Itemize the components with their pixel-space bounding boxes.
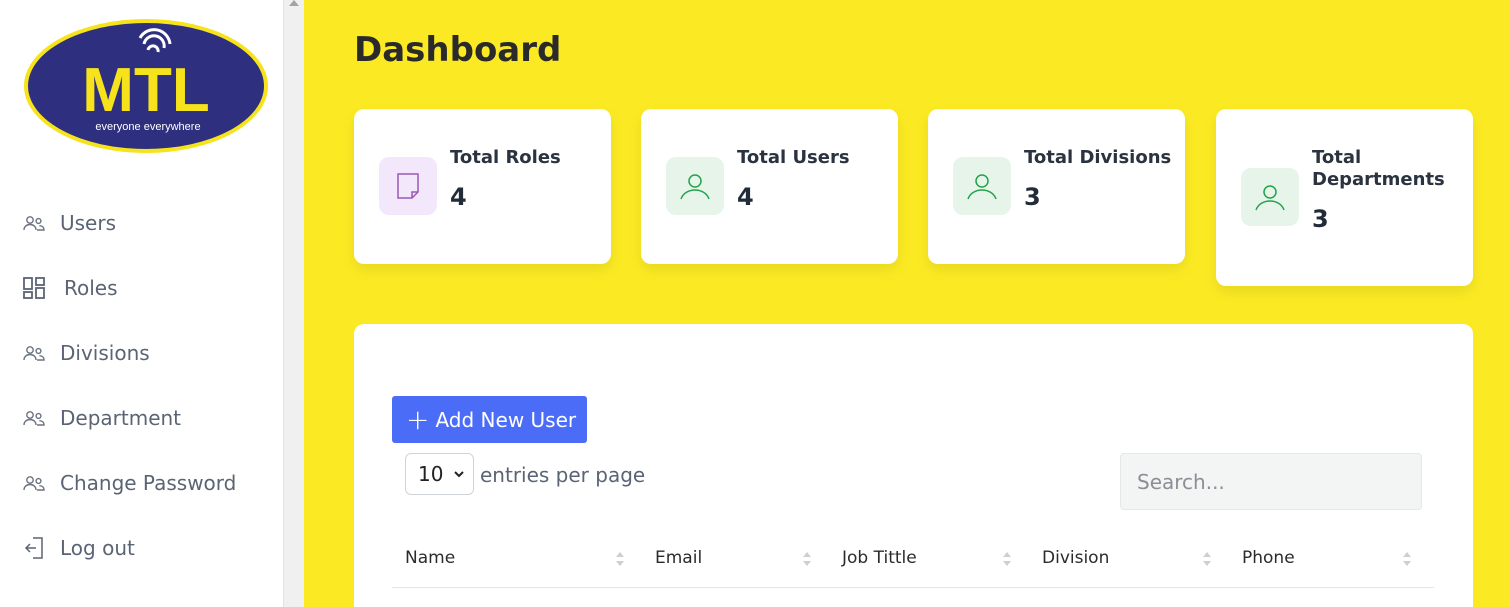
column-header-label: Job Tittle (842, 548, 917, 568)
sidebar-item-label: Divisions (60, 341, 150, 365)
column-header-job-title[interactable]: Job Tittle (842, 528, 917, 588)
document-icon (379, 157, 437, 215)
card-value: 4 (737, 183, 754, 211)
card-title: Total Roles (450, 147, 561, 168)
stat-card-divisions: Total Divisions 3 (928, 109, 1185, 264)
user-icon (953, 157, 1011, 215)
stat-card-departments: Total Departments 3 (1216, 109, 1473, 286)
sidebar-item-users[interactable]: Users (22, 203, 116, 243)
entries-per-page-label: entries per page (480, 463, 646, 487)
column-header-label: Phone (1242, 548, 1295, 568)
users-icon (22, 406, 46, 430)
entries-per-page-select[interactable]: 10 (405, 453, 474, 495)
card-value: 3 (1024, 183, 1041, 211)
users-icon (22, 341, 46, 365)
card-value: 3 (1312, 205, 1329, 233)
plus-icon: + (406, 402, 430, 436)
page-title: Dashboard (354, 30, 562, 70)
sort-icon[interactable] (1402, 550, 1412, 568)
users-icon (22, 211, 46, 235)
sidebar-item-label: Change Password (60, 471, 237, 495)
sidebar-item-label: Log out (60, 536, 135, 560)
sort-icon[interactable] (615, 550, 625, 568)
mtl-logo: MTL everyone everywhere (24, 19, 268, 153)
sidebar-item-label: Users (60, 211, 117, 235)
column-header-division[interactable]: Division (1042, 528, 1109, 588)
sort-icon[interactable] (1002, 550, 1012, 568)
card-title: Total Users (737, 147, 850, 168)
users-icon (22, 471, 46, 495)
column-header-phone[interactable]: Phone (1242, 528, 1295, 588)
stat-card-roles: Total Roles 4 (354, 109, 611, 264)
sidebar-item-label: Roles (64, 276, 118, 300)
table-header: Name Email Job Tittle Division Phone (392, 528, 1434, 588)
column-header-label: Name (405, 548, 456, 568)
column-header-name[interactable]: Name (405, 528, 455, 588)
sidebar-item-label: Department (60, 406, 182, 430)
sidebar-item-divisions[interactable]: Divisions (22, 333, 150, 373)
card-title: Total Divisions (1024, 147, 1172, 168)
sort-icon[interactable] (1202, 550, 1212, 568)
user-icon (1241, 168, 1299, 226)
chevron-down-icon (454, 471, 464, 478)
search-input[interactable] (1120, 453, 1422, 510)
sidebar-item-roles[interactable]: Roles (22, 268, 118, 308)
column-header-label: Division (1042, 548, 1110, 568)
sidebar-item-change-password[interactable]: Change Password (22, 463, 236, 503)
column-header-label: Email (655, 548, 703, 568)
sort-icon[interactable] (802, 550, 812, 568)
card-value: 4 (450, 183, 467, 211)
entries-value: 10 (418, 462, 444, 486)
scroll-up-icon[interactable] (289, 0, 299, 6)
sidebar-scrollbar[interactable] (283, 0, 304, 607)
sidebar-item-logout[interactable]: Log out (22, 528, 135, 568)
user-icon (666, 157, 724, 215)
stat-card-users: Total Users 4 (641, 109, 898, 264)
sidebar: MTL everyone everywhere Users Roles Divi… (0, 0, 283, 607)
sidebar-item-department[interactable]: Department (22, 398, 181, 438)
add-new-user-label: Add New User (435, 407, 577, 432)
card-title: Total Departments (1312, 147, 1445, 190)
add-new-user-button[interactable]: + Add New User (392, 396, 587, 443)
users-table-panel: + Add New User 10 entries per page Name … (354, 324, 1473, 607)
logo-text: MTL (82, 56, 209, 125)
logo-tagline: everyone everywhere (95, 121, 200, 133)
logout-icon (22, 536, 46, 560)
column-header-email[interactable]: Email (655, 528, 702, 588)
grid-icon (22, 276, 46, 300)
